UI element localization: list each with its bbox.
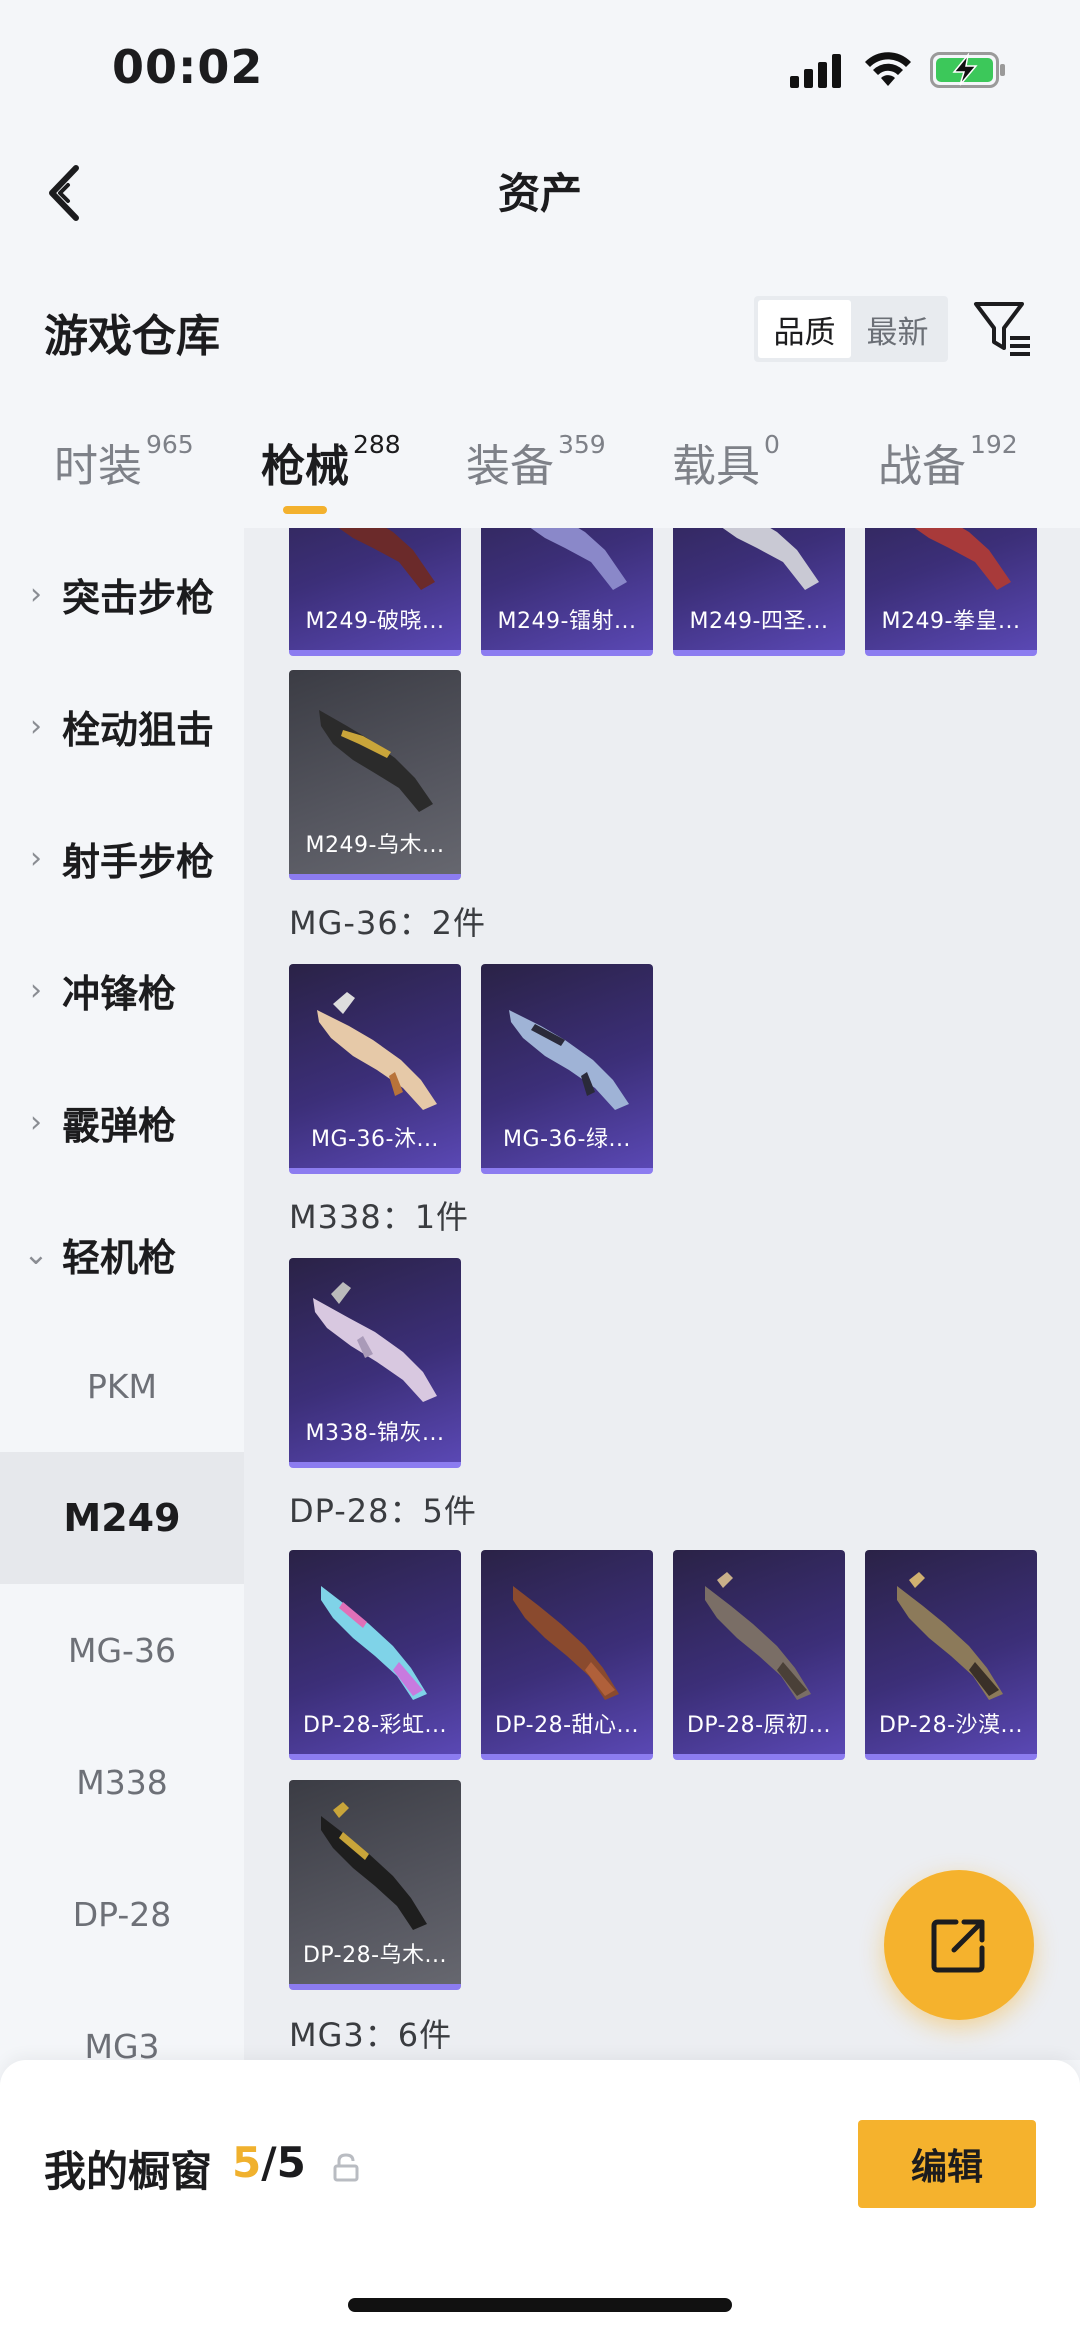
gun-skin-icon <box>338 528 435 590</box>
chevron-right-icon: › <box>30 576 42 612</box>
gun-skin-icon <box>897 1572 1003 1700</box>
weapon-card[interactable]: DP-28-沙漠... <box>865 1550 1037 1760</box>
group-label-mg3: MG3：6件 <box>289 2016 453 2054</box>
tab-count: 192 <box>970 430 1018 459</box>
gun-skin-icon <box>321 1802 427 1930</box>
gun-skin-icon <box>321 1586 427 1700</box>
showcase-bar: 我的橱窗 5/5 编辑 <box>0 2060 1080 2337</box>
lock-icon <box>333 2153 359 2182</box>
warehouse-title: 游戏仓库 <box>44 311 220 362</box>
tab-count: 0 <box>764 430 780 459</box>
status-bar: 00:02 <box>0 0 1080 130</box>
group-label-m338: M338：1件 <box>289 1198 470 1236</box>
weapon-card[interactable]: M338-锦灰... <box>289 1258 461 1468</box>
page-title: 资产 <box>497 169 582 218</box>
tab-fashion[interactable]: 时装 965 <box>54 430 194 494</box>
weapon-card[interactable]: MG-36-沐... <box>289 964 461 1174</box>
sidebar-category-marksman-rifle[interactable]: › 射手步枪 <box>0 792 244 924</box>
sidebar-category-shotgun[interactable]: › 霰弹枪 <box>0 1056 244 1188</box>
sidebar-category-bolt-sniper[interactable]: › 栓动狙击 <box>0 660 244 792</box>
chevron-down-icon: ⌄ <box>23 1236 49 1272</box>
gun-skin-icon <box>705 1572 811 1700</box>
weapon-card[interactable]: DP-28-原初... <box>673 1550 845 1760</box>
weapon-card[interactable]: DP-28-甜心... <box>481 1550 653 1760</box>
gun-skin-icon <box>513 1586 619 1700</box>
weapon-card[interactable]: DP-28-彩虹... <box>289 1550 461 1760</box>
chevron-right-icon: › <box>30 840 42 876</box>
showcase-title: 我的橱窗 <box>44 2147 213 2196</box>
weapon-card[interactable]: M249-四圣... <box>673 528 845 656</box>
weapon-card[interactable]: MG-36-绿... <box>481 964 653 1174</box>
sort-option-quality[interactable]: 品质 <box>758 300 851 358</box>
weapon-category-sidebar: › 突击步枪 › 栓动狙击 › 射手步枪 › 冲锋枪 › 霰弹枪 ⌄ 轻机枪 PKM M24… <box>0 528 244 2060</box>
weapon-card[interactable]: M249-乌木... <box>289 670 461 880</box>
sidebar-category-assault-rifle[interactable]: › 突击步枪 <box>0 528 244 660</box>
weapon-card[interactable]: M249-镭射... <box>481 528 653 656</box>
sidebar-item-mg3[interactable]: MG3 <box>0 1980 244 2061</box>
gun-skin-icon <box>319 710 433 812</box>
tab-vehicles[interactable]: 载具 0 <box>672 430 780 494</box>
gun-skin-icon <box>914 528 1011 590</box>
sidebar-item-m249[interactable]: M249 <box>0 1452 244 1584</box>
weapon-card[interactable]: M249-破晓... <box>289 528 461 656</box>
gun-skin-icon <box>722 528 819 590</box>
wifi-icon <box>865 52 911 86</box>
tab-count: 965 <box>146 430 194 459</box>
gun-skin-icon <box>313 1282 437 1402</box>
weapon-card[interactable]: M249-拳皇... <box>865 528 1037 656</box>
share-button[interactable] <box>884 1870 1034 2020</box>
tab-count: 359 <box>558 430 606 459</box>
weapon-card[interactable]: DP-28-乌木... <box>289 1780 461 1990</box>
filter-icon[interactable] <box>972 298 1034 360</box>
sort-option-newest[interactable]: 最新 <box>851 300 944 358</box>
chevron-right-icon: › <box>30 972 42 1008</box>
home-indicator[interactable] <box>348 2298 732 2312</box>
tab-firearms[interactable]: 枪械 288 <box>261 430 401 494</box>
weapon-grid: M249-破晓... M249-镭射... M249-四圣... M249-拳皇… <box>244 528 1080 2060</box>
sidebar-category-smg[interactable]: › 冲锋枪 <box>0 924 244 1056</box>
category-tabs: 时装 965 枪械 288 装备 359 载具 0 战备 192 <box>0 430 1080 530</box>
chevron-right-icon: › <box>30 708 42 744</box>
tab-count: 288 <box>353 430 401 459</box>
tab-tactical[interactable]: 战备 192 <box>878 430 1018 494</box>
group-label-dp28: DP-28：5件 <box>289 1492 477 1530</box>
sidebar-item-pkm[interactable]: PKM <box>0 1320 244 1452</box>
tab-equipment[interactable]: 装备 359 <box>466 430 606 494</box>
edit-button[interactable]: 编辑 <box>858 2120 1036 2208</box>
gun-skin-icon <box>317 992 437 1110</box>
battery-charging-icon <box>930 52 1005 88</box>
gun-skin-icon <box>530 528 627 590</box>
status-time: 00:02 <box>112 40 264 94</box>
share-icon <box>931 1919 985 1973</box>
cellular-signal-icon <box>790 54 841 88</box>
active-tab-indicator <box>283 506 327 514</box>
sort-toggle[interactable]: 品质 最新 <box>754 296 948 362</box>
sidebar-item-mg36[interactable]: MG-36 <box>0 1584 244 1716</box>
sidebar-item-dp28[interactable]: DP-28 <box>0 1848 244 1980</box>
group-label-mg36: MG-36：2件 <box>289 904 487 942</box>
showcase-count: 5/5 <box>232 2138 306 2187</box>
gun-skin-icon <box>509 1010 629 1110</box>
chevron-right-icon: › <box>30 1104 42 1140</box>
sidebar-category-lmg[interactable]: ⌄ 轻机枪 <box>0 1188 244 1320</box>
sidebar-item-m338[interactable]: M338 <box>0 1716 244 1848</box>
